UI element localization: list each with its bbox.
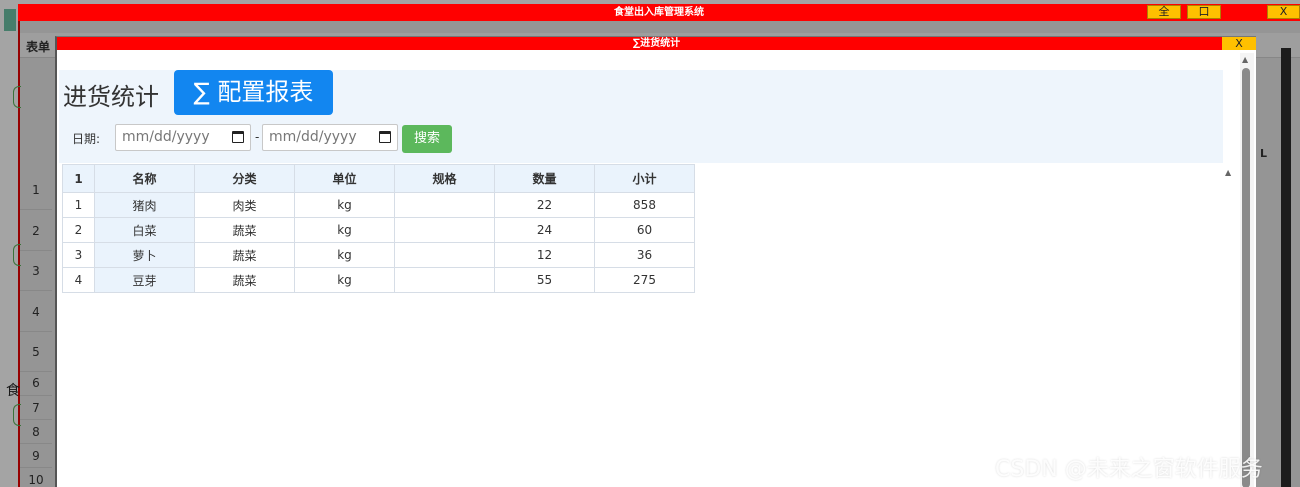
search-button[interactable]: 搜索 <box>402 125 452 153</box>
outer-title-bar: 食堂出入库管理系统 <box>18 4 1300 21</box>
cell-name: 白菜 <box>94 217 195 243</box>
filter-panel: 进货统计 ∑ 配置报表 日期: mm/dd/yyyy - mm/dd/yyyy … <box>59 70 1223 163</box>
cell-category: 蔬菜 <box>194 267 295 293</box>
date-label: 日期: <box>72 132 101 146</box>
cell-unit: kg <box>294 267 395 293</box>
table-row[interactable]: 3 萝卜 蔬菜 kg 12 36 <box>62 242 695 268</box>
calendar-icon[interactable] <box>232 131 244 143</box>
table-row[interactable]: 1 猪肉 肉类 kg 22 858 <box>62 192 695 218</box>
row-index: 2 <box>62 217 95 243</box>
modal-title-bar: ∑进货统计 <box>57 37 1256 50</box>
row-index: 4 <box>62 267 95 293</box>
date-to-placeholder: mm/dd/yyyy <box>269 129 357 145</box>
cell-spec <box>394 217 495 243</box>
col-header-spec[interactable]: 规格 <box>394 164 495 193</box>
col-header-quantity[interactable]: 数量 <box>494 164 595 193</box>
cell-quantity: 22 <box>494 192 595 218</box>
cell-name: 猪肉 <box>94 192 195 218</box>
cell-name: 豆芽 <box>94 267 195 293</box>
table-row[interactable]: 2 白菜 蔬菜 kg 24 60 <box>62 217 695 243</box>
row-index: 1 <box>62 192 95 218</box>
scroll-up-arrow-icon[interactable]: ▲ <box>1225 168 1231 177</box>
date-from-input[interactable]: mm/dd/yyyy <box>115 124 251 151</box>
cell-subtotal: 275 <box>594 267 695 293</box>
cell-quantity: 12 <box>494 242 595 268</box>
modal-scroll-up-icon[interactable]: ▲ <box>1242 55 1248 64</box>
date-from-placeholder: mm/dd/yyyy <box>122 129 210 145</box>
outer-window-title: 食堂出入库管理系统 <box>614 7 704 18</box>
maximize-button[interactable]: 全 <box>1147 5 1181 19</box>
cell-spec <box>394 242 495 268</box>
date-to-input[interactable]: mm/dd/yyyy <box>262 124 398 151</box>
page-title: 进货统计 <box>63 83 159 111</box>
modal-title: ∑进货统计 <box>632 38 681 49</box>
cell-subtotal: 60 <box>594 217 695 243</box>
table-row[interactable]: 4 豆芽 蔬菜 kg 55 275 <box>62 267 695 293</box>
cell-subtotal: 36 <box>594 242 695 268</box>
col-header-unit[interactable]: 单位 <box>294 164 395 193</box>
config-report-button[interactable]: ∑ 配置报表 <box>174 70 333 115</box>
cell-unit: kg <box>294 192 395 218</box>
cell-category: 蔬菜 <box>194 242 295 268</box>
purchase-stats-modal: ∑进货统计 X 进货统计 ∑ 配置报表 日期: mm/dd/yyyy - mm/… <box>55 36 1256 487</box>
cell-spec <box>394 192 495 218</box>
cell-spec <box>394 267 495 293</box>
row-index: 3 <box>62 242 95 268</box>
outer-close-button[interactable]: X <box>1267 5 1300 19</box>
cell-name: 萝卜 <box>94 242 195 268</box>
col-header-category[interactable]: 分类 <box>194 164 295 193</box>
calendar-icon[interactable] <box>379 131 391 143</box>
cell-quantity: 24 <box>494 217 595 243</box>
date-separator: - <box>255 130 260 144</box>
modal-close-button[interactable]: X <box>1222 37 1256 50</box>
cell-category: 蔬菜 <box>194 217 295 243</box>
watermark: CSDN @未来之窗软件服务 <box>995 457 1263 482</box>
cell-quantity: 55 <box>494 267 595 293</box>
col-header-index[interactable]: 1 <box>62 164 95 193</box>
col-header-name[interactable]: 名称 <box>94 164 195 193</box>
purchase-table: 1 名称 分类 单位 规格 数量 小计 1 猪肉 肉类 kg 22 858 2 … <box>62 164 695 293</box>
restore-button[interactable]: 口 <box>1187 5 1221 19</box>
cell-subtotal: 858 <box>594 192 695 218</box>
table-header-row: 1 名称 分类 单位 规格 数量 小计 <box>62 164 695 193</box>
cell-category: 肉类 <box>194 192 295 218</box>
col-header-subtotal[interactable]: 小计 <box>594 164 695 193</box>
cell-unit: kg <box>294 217 395 243</box>
cell-unit: kg <box>294 242 395 268</box>
modal-scrollbar-thumb[interactable] <box>1242 68 1250 487</box>
